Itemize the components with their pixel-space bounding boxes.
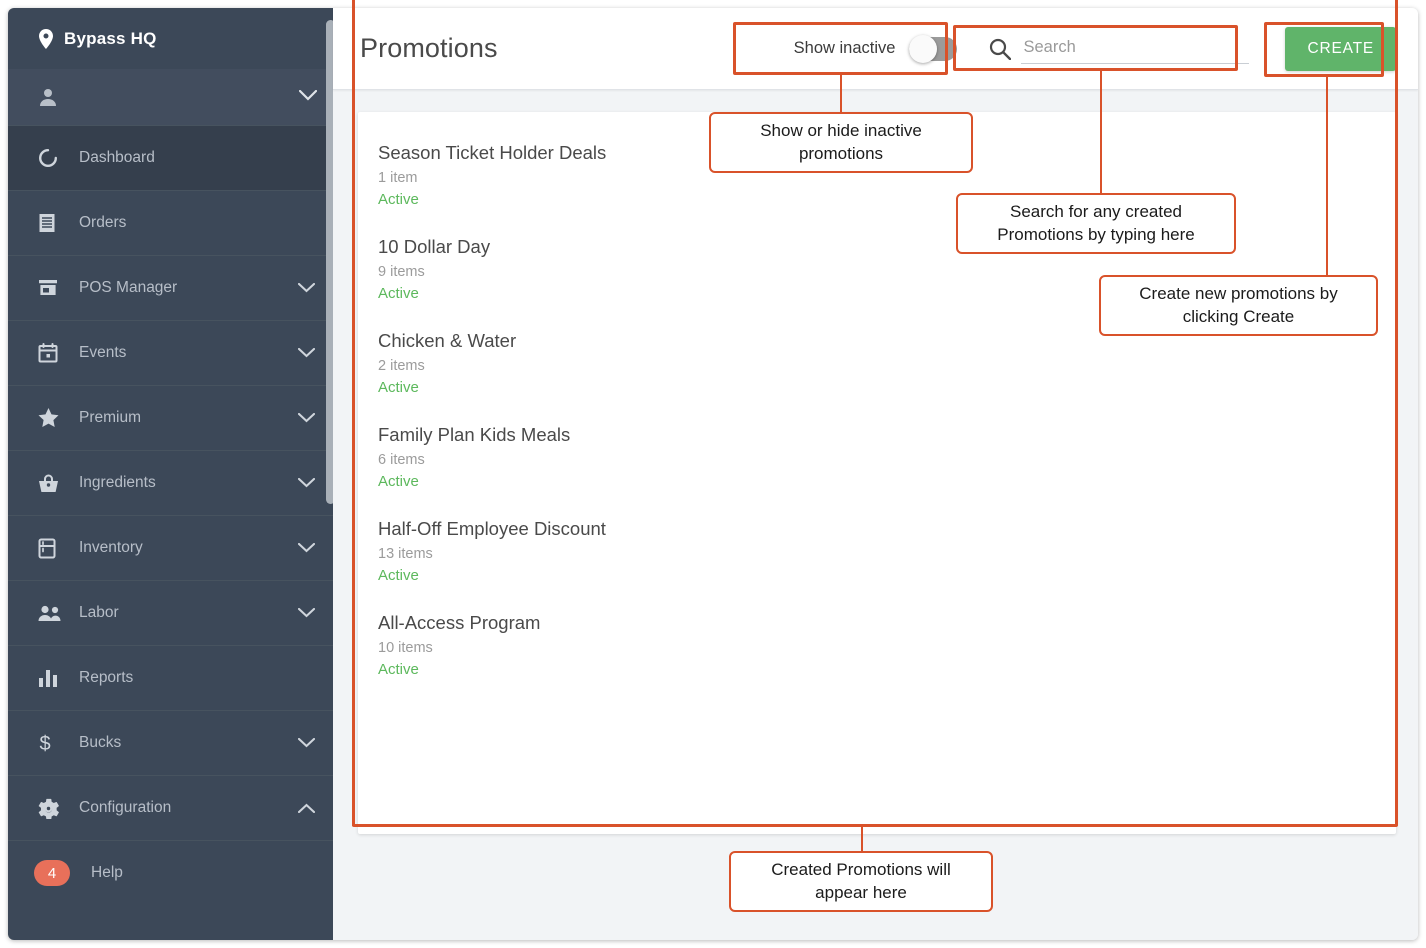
list-item[interactable]: Chicken & Water 2 items Active [378, 330, 1396, 396]
list-item[interactable]: Half-Off Employee Discount 13 items Acti… [378, 518, 1396, 584]
promotion-name: Chicken & Water [378, 330, 517, 351]
sidebar-item-label: Ingredients [79, 474, 156, 491]
sidebar-item-label: Configuration [79, 799, 172, 816]
search-input[interactable] [1021, 33, 1250, 64]
header-controls: Show inactive CREATE [782, 26, 1396, 72]
sidebar-scrollbar[interactable] [326, 20, 333, 504]
sidebar-item-inventory[interactable]: Inventory [8, 515, 333, 580]
sidebar-user-selector[interactable] [8, 69, 333, 125]
list-item[interactable]: 10 Dollar Day 9 items Active [378, 236, 1396, 302]
content-area: Season Ticket Holder Deals 1 item Active… [333, 90, 1418, 940]
sidebar-item-label: Labor [79, 604, 119, 621]
sidebar-item-label: Help [91, 864, 123, 881]
sidebar-item-label: POS Manager [79, 279, 178, 296]
promotion-count: 2 items [378, 358, 425, 374]
chevron-down-icon [298, 608, 315, 618]
store-icon [38, 279, 66, 297]
sidebar-item-label: Events [79, 344, 127, 361]
gear-icon [38, 798, 66, 819]
sidebar-item-pos-manager[interactable]: POS Manager [8, 255, 333, 320]
sidebar-item-dashboard[interactable]: Dashboard [8, 125, 333, 190]
star-icon [38, 408, 66, 428]
basket-icon [38, 474, 66, 493]
dollar-icon: $ [38, 732, 66, 754]
status-badge: Active [378, 661, 419, 678]
list-item[interactable]: Family Plan Kids Meals 6 items Active [378, 424, 1396, 490]
person-icon [38, 87, 64, 107]
sidebar-item-label: Inventory [79, 539, 143, 556]
sidebar-item-label: Premium [79, 409, 142, 426]
sidebar-item-labor[interactable]: Labor [8, 580, 333, 645]
list-item[interactable]: All-Access Program 10 items Active [378, 612, 1396, 678]
search-icon [989, 38, 1012, 60]
chevron-down-icon [298, 478, 315, 488]
promotions-card: Season Ticket Holder Deals 1 item Active… [358, 112, 1396, 834]
chevron-down-icon [298, 348, 315, 358]
calendar-icon [38, 343, 66, 363]
promotion-count: 9 items [378, 264, 425, 280]
toggle-knob [909, 34, 938, 63]
fridge-icon [38, 538, 66, 559]
show-inactive-label: Show inactive [793, 39, 896, 57]
sidebar-item-events[interactable]: Events [8, 320, 333, 385]
people-icon [38, 605, 66, 622]
promotion-name: Season Ticket Holder Deals [378, 142, 607, 163]
bar-chart-icon [38, 669, 66, 687]
show-inactive-control[interactable]: Show inactive [782, 27, 970, 71]
create-button[interactable]: CREATE [1285, 26, 1396, 71]
help-badge-count: 4 [34, 860, 70, 886]
sidebar-item-ingredients[interactable]: Ingredients [8, 450, 333, 515]
promotion-name: 10 Dollar Day [378, 236, 491, 257]
promotion-name: Half-Off Employee Discount [378, 518, 606, 539]
page-title: Promotions [360, 33, 498, 63]
promotion-count: 6 items [378, 452, 425, 468]
promotion-count: 13 items [378, 546, 433, 562]
list-item[interactable]: Season Ticket Holder Deals 1 item Active [378, 142, 1396, 208]
receipt-icon [38, 213, 66, 233]
sidebar: Bypass HQ Dashboard Orders POS Manager E… [8, 8, 333, 940]
sidebar-item-label: Dashboard [79, 149, 155, 166]
sidebar-brand[interactable]: Bypass HQ [8, 8, 333, 69]
promotion-count: 1 item [378, 170, 418, 186]
dashboard-icon [38, 148, 66, 168]
chevron-down-icon [298, 543, 315, 553]
status-badge: Active [378, 285, 419, 302]
show-inactive-toggle[interactable] [909, 34, 958, 63]
location-pin-icon [38, 28, 64, 49]
promotion-name: Family Plan Kids Meals [378, 424, 571, 445]
main-content: Promotions Show inactive C [333, 8, 1418, 940]
chevron-down-icon [298, 738, 315, 748]
app-root: Bypass HQ Dashboard Orders POS Manager E… [0, 0, 1426, 948]
sidebar-item-configuration[interactable]: Configuration [8, 775, 333, 840]
promotion-name: All-Access Program [378, 612, 541, 633]
promotion-count: 10 items [378, 640, 433, 656]
sidebar-item-label: Bucks [79, 734, 122, 751]
status-badge: Active [378, 567, 419, 584]
sidebar-nav: Dashboard Orders POS Manager Events Prem… [8, 125, 333, 905]
sidebar-item-label: Reports [79, 669, 134, 686]
status-badge: Active [378, 191, 419, 208]
chevron-down-icon [298, 283, 315, 293]
svg-text:$: $ [39, 733, 50, 754]
sidebar-item-orders[interactable]: Orders [8, 190, 333, 255]
sidebar-brand-label: Bypass HQ [64, 28, 157, 48]
window-frame: Bypass HQ Dashboard Orders POS Manager E… [8, 8, 1418, 940]
page-header: Promotions Show inactive C [333, 8, 1418, 90]
sidebar-item-premium[interactable]: Premium [8, 385, 333, 450]
status-badge: Active [378, 379, 419, 396]
sidebar-item-label: Orders [79, 214, 127, 231]
chevron-up-icon [298, 803, 315, 813]
search-control [977, 26, 1259, 72]
sidebar-item-bucks[interactable]: $ Bucks [8, 710, 333, 775]
sidebar-item-reports[interactable]: Reports [8, 645, 333, 710]
chevron-down-icon [298, 88, 318, 106]
chevron-down-icon [298, 413, 315, 423]
status-badge: Active [378, 473, 419, 490]
sidebar-item-help[interactable]: 4 Help [8, 840, 333, 905]
